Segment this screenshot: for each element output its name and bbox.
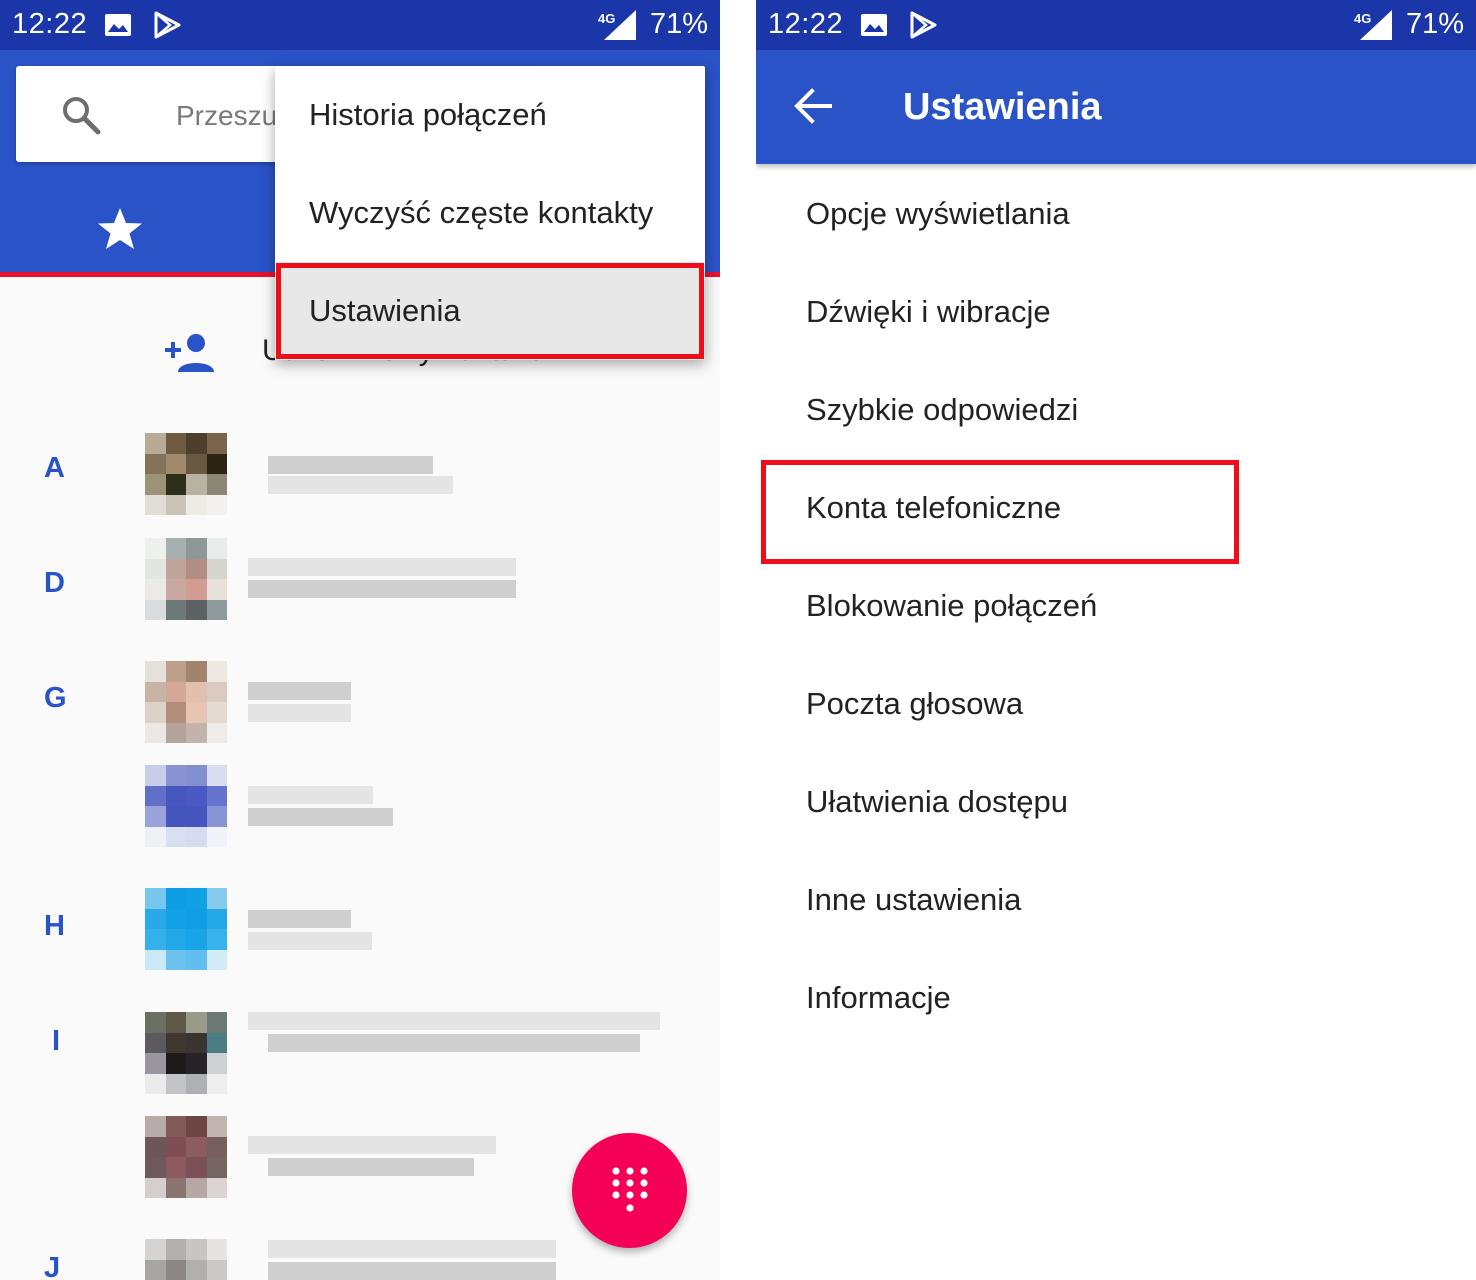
settings-item-accessibility[interactable]: Ułatwienia dostępu bbox=[806, 784, 1068, 820]
contact-name-blurred[interactable] bbox=[268, 1158, 474, 1176]
search-icon[interactable] bbox=[60, 94, 102, 136]
play-store-notification-icon bbox=[910, 11, 937, 39]
settings-item-call-blocking[interactable]: Blokowanie połączeń bbox=[806, 588, 1097, 624]
contact-avatar[interactable] bbox=[145, 1116, 227, 1198]
status-time: 12:22 bbox=[12, 8, 88, 40]
settings-screen: 12:22 4G 71% Ustawienia Opcje wyświetlan… bbox=[756, 0, 1476, 1280]
contact-avatar[interactable] bbox=[145, 765, 227, 847]
play-store-notification-icon bbox=[154, 11, 181, 39]
settings-item-other-settings[interactable]: Inne ustawienia bbox=[806, 882, 1021, 918]
add-contact-icon[interactable] bbox=[163, 330, 215, 374]
contact-name-blurred[interactable] bbox=[268, 1034, 640, 1052]
status-bar: 12:22 4G 71% bbox=[756, 0, 1476, 50]
contact-name-blurred[interactable] bbox=[268, 1240, 556, 1258]
contact-name-blurred[interactable] bbox=[248, 704, 351, 722]
status-time: 12:22 bbox=[768, 8, 844, 40]
image-notification-icon bbox=[861, 14, 887, 36]
menu-item-call-history[interactable]: Historia połączeń bbox=[275, 66, 705, 164]
contact-name-blurred[interactable] bbox=[248, 682, 351, 700]
contact-avatar[interactable] bbox=[145, 1012, 227, 1094]
section-letter: H bbox=[44, 910, 65, 942]
page-title: Ustawienia bbox=[903, 86, 1102, 128]
contact-name-blurred[interactable] bbox=[268, 476, 453, 494]
highlight-box bbox=[276, 263, 704, 359]
contact-avatar[interactable] bbox=[145, 538, 227, 620]
contact-name-blurred[interactable] bbox=[248, 1136, 496, 1154]
signal-icon bbox=[1360, 10, 1392, 40]
contact-name-blurred[interactable] bbox=[248, 558, 516, 576]
search-input[interactable]: Przeszu bbox=[176, 100, 277, 132]
highlight-box bbox=[761, 460, 1239, 564]
contact-name-blurred[interactable] bbox=[248, 932, 372, 950]
contact-name-blurred[interactable] bbox=[248, 580, 516, 598]
section-letter: J bbox=[44, 1252, 61, 1280]
contact-avatar[interactable] bbox=[145, 1239, 227, 1280]
contact-name-blurred[interactable] bbox=[268, 456, 433, 474]
section-letter: A bbox=[44, 452, 65, 484]
contact-name-blurred[interactable] bbox=[248, 910, 351, 928]
battery-level: 71% bbox=[1406, 8, 1465, 40]
menu-item-clear-frequents[interactable]: Wyczyść częste kontakty bbox=[275, 164, 705, 262]
contact-name-blurred[interactable] bbox=[248, 786, 373, 804]
settings-item-quick-responses[interactable]: Szybkie odpowiedzi bbox=[806, 392, 1078, 428]
signal-icon bbox=[604, 10, 636, 40]
status-bar: 12:22 4G 71% bbox=[0, 0, 720, 50]
contact-avatar[interactable] bbox=[145, 433, 227, 515]
dialpad-icon[interactable] bbox=[611, 1166, 649, 1216]
section-letter: D bbox=[44, 567, 65, 599]
section-letter: G bbox=[44, 682, 67, 714]
battery-level: 71% bbox=[650, 8, 709, 40]
settings-item-sounds-vibration[interactable]: Dźwięki i wibracje bbox=[806, 294, 1051, 330]
contact-avatar[interactable] bbox=[145, 888, 227, 970]
section-letter: I bbox=[52, 1025, 61, 1057]
contact-avatar[interactable] bbox=[145, 661, 227, 743]
favorites-star-icon[interactable] bbox=[96, 205, 144, 253]
contact-name-blurred[interactable] bbox=[248, 1012, 660, 1030]
contact-name-blurred[interactable] bbox=[268, 1262, 556, 1280]
settings-item-voicemail[interactable]: Poczta głosowa bbox=[806, 686, 1023, 722]
settings-app-bar bbox=[756, 50, 1476, 164]
settings-item-about[interactable]: Informacje bbox=[806, 980, 951, 1016]
contact-name-blurred[interactable] bbox=[248, 808, 393, 826]
contacts-screen: 12:22 4G 71% Przeszu Utwórz nowy kontakt… bbox=[0, 0, 720, 1280]
back-arrow-icon[interactable] bbox=[794, 87, 832, 125]
settings-item-display-options[interactable]: Opcje wyświetlania bbox=[806, 196, 1070, 232]
image-notification-icon bbox=[105, 14, 131, 36]
